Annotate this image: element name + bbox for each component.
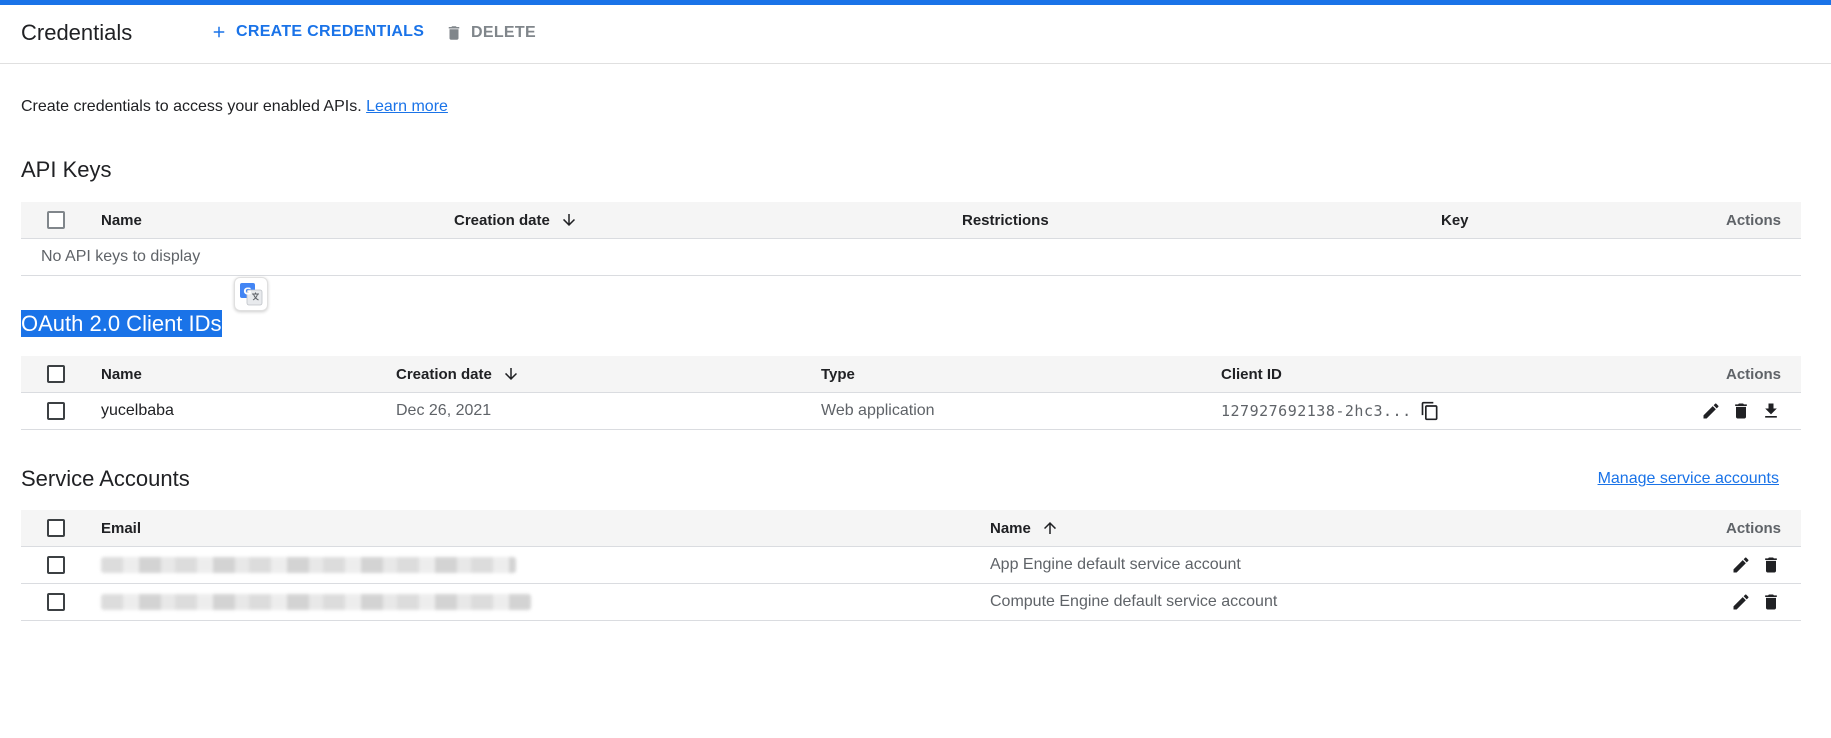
api-keys-title: API Keys	[21, 157, 112, 182]
row-checkbox[interactable]	[47, 402, 65, 420]
edit-service-account-button[interactable]	[1731, 592, 1751, 612]
column-header-creation-date[interactable]: Creation date	[396, 356, 520, 392]
oauth-client-ids-title: OAuth 2.0 Client IDs	[21, 310, 222, 337]
oauth-client-id: 127927692138-2hc3...	[1221, 402, 1412, 420]
delete-service-account-button[interactable]	[1761, 555, 1781, 575]
download-oauth-json-button[interactable]	[1761, 401, 1781, 421]
column-header-name[interactable]: Name	[101, 202, 142, 238]
arrow-down-icon	[504, 368, 517, 380]
table-row: Compute Engine default service account	[21, 584, 1801, 621]
pencil-icon	[1733, 594, 1749, 610]
service-accounts-select-all-checkbox[interactable]	[47, 519, 65, 537]
service-accounts-title: Service Accounts	[21, 466, 190, 491]
row-checkbox[interactable]	[47, 593, 65, 611]
arrow-up-icon	[1043, 522, 1056, 534]
redacted-email	[101, 594, 531, 610]
svg-text:G: G	[243, 287, 251, 298]
service-account-name: App Engine default service account	[990, 556, 1241, 573]
trash-icon	[1765, 557, 1777, 573]
delete-oauth-client-button[interactable]	[1731, 401, 1751, 421]
google-translate-icon: G	[240, 283, 263, 306]
column-header-client-id: Client ID	[1221, 365, 1282, 383]
column-header-creation-date-label: Creation date	[396, 365, 492, 383]
trash-icon	[1735, 403, 1747, 419]
plus-icon	[213, 26, 225, 38]
copy-client-id-button[interactable]	[1420, 401, 1440, 421]
pencil-icon	[1733, 557, 1749, 573]
create-credentials-button[interactable]: CREATE CREDENTIALS	[210, 23, 424, 41]
oauth-type: Web application	[821, 402, 935, 419]
learn-more-link[interactable]: Learn more	[366, 98, 448, 115]
column-header-creation-date[interactable]: Creation date	[454, 202, 578, 238]
oauth-table-header: Name Creation date Type Client ID Action…	[21, 356, 1801, 393]
oauth-table: Name Creation date Type Client ID Action…	[21, 356, 1801, 430]
oauth-client-ids-title-text: OAuth 2.0 Client IDs	[21, 310, 222, 337]
download-icon	[1765, 403, 1777, 418]
page-header: Credentials CREATE CREDENTIALS DELETE	[0, 5, 1831, 64]
redacted-email	[101, 557, 516, 573]
manage-service-accounts-link[interactable]: Manage service accounts	[1598, 470, 1779, 488]
oauth-creation-date: Dec 26, 2021	[396, 402, 492, 419]
service-accounts-table-header: Email Name Actions	[21, 510, 1801, 547]
oauth-client-name[interactable]: yucelbaba	[101, 393, 174, 429]
intro-text: Create credentials to access your enable…	[21, 98, 448, 116]
edit-service-account-button[interactable]	[1731, 555, 1751, 575]
api-keys-empty-row: No API keys to display	[21, 239, 1801, 276]
trash-icon	[1765, 594, 1777, 610]
column-header-actions: Actions	[1725, 365, 1781, 383]
column-header-name-label: Name	[990, 519, 1031, 537]
intro-description: Create credentials to access your enable…	[21, 98, 362, 115]
pencil-icon	[1703, 403, 1719, 419]
service-account-name: Compute Engine default service account	[990, 593, 1278, 610]
api-keys-table-header: Name Creation date Restrictions Key Acti…	[21, 202, 1801, 239]
copy-icon	[1421, 401, 1438, 421]
table-row: App Engine default service account	[21, 547, 1801, 584]
page-title: Credentials	[21, 20, 133, 45]
column-header-email[interactable]: Email	[101, 510, 141, 546]
column-header-key: Key	[1441, 211, 1469, 229]
column-header-type: Type	[821, 365, 855, 383]
column-header-actions: Actions	[1725, 519, 1781, 537]
api-keys-select-all-checkbox[interactable]	[47, 211, 65, 229]
arrow-down-icon	[562, 214, 575, 226]
create-credentials-label: CREATE CREDENTIALS	[236, 23, 425, 40]
service-accounts-table: Email Name Actions App Engine default se…	[21, 510, 1801, 621]
api-keys-table: Name Creation date Restrictions Key Acti…	[21, 202, 1801, 276]
translate-popup-button[interactable]: G	[234, 277, 268, 311]
delete-label: DELETE	[471, 24, 536, 41]
row-checkbox[interactable]	[47, 556, 65, 574]
delete-button[interactable]: DELETE	[445, 23, 536, 43]
column-header-name[interactable]: Name	[990, 510, 1059, 546]
api-keys-empty-text: No API keys to display	[41, 248, 201, 265]
column-header-creation-date-label: Creation date	[454, 211, 550, 229]
column-header-restrictions: Restrictions	[962, 211, 1049, 229]
delete-service-account-button[interactable]	[1761, 592, 1781, 612]
table-row: yucelbaba Dec 26, 2021 Web application 1…	[21, 393, 1801, 430]
column-header-actions: Actions	[1725, 211, 1781, 229]
edit-oauth-client-button[interactable]	[1701, 401, 1721, 421]
oauth-select-all-checkbox[interactable]	[47, 365, 65, 383]
trash-icon	[448, 26, 460, 40]
column-header-name[interactable]: Name	[101, 356, 142, 392]
